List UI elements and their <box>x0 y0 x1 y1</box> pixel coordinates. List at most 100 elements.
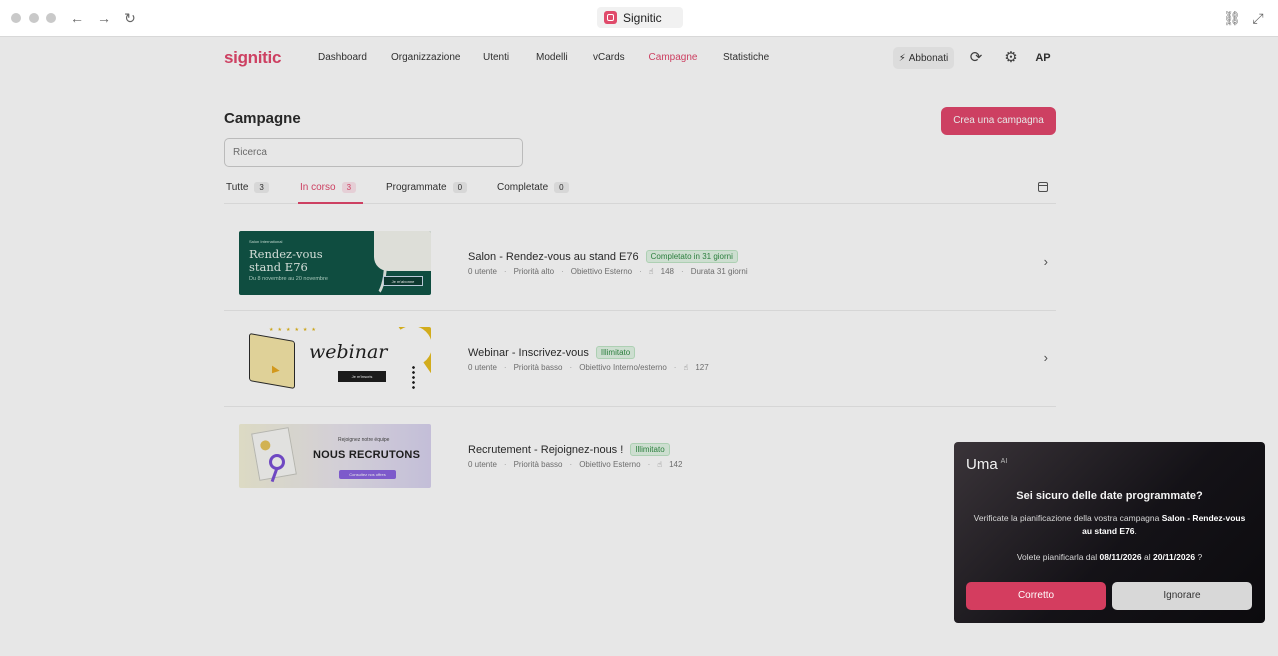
campaign-row[interactable]: Salon International Rendez-vous stand E76… <box>224 215 1056 311</box>
nav-organizzazione[interactable]: Organizzazione <box>391 52 460 63</box>
meta-clicks: 142 <box>669 460 683 469</box>
search-input[interactable] <box>224 138 523 167</box>
gear-icon[interactable]: ⚙ <box>1001 48 1021 68</box>
nav-statistiche[interactable]: Statistiche <box>723 52 769 63</box>
tab-count: 0 <box>452 182 468 193</box>
uma-question: Sei sicuro delle date programmate? <box>1016 490 1203 502</box>
subscribe-button[interactable]: ⚡ Abbonati <box>893 47 954 69</box>
banner-decoration: ★★★★★★ <box>269 327 320 333</box>
campaign-title: Webinar - Inscrivez-vous <box>468 346 589 359</box>
banner-small-text: Salon International <box>249 239 283 244</box>
meta-users: 0 utente <box>468 363 497 372</box>
nav-utenti[interactable]: Utenti <box>483 52 509 63</box>
click-icon: ☝ <box>657 460 663 469</box>
banner-button: Je m'inscris <box>338 371 386 382</box>
campaign-row[interactable]: ★★★★★★ webinar Je m'inscris Webinar - In… <box>224 311 1056 407</box>
signitic-favicon-icon <box>604 11 617 24</box>
meta-priority: Priorità alto <box>513 267 555 276</box>
tab-in-corso[interactable]: In corso 3 <box>300 182 357 193</box>
page-title: Campagne <box>224 110 301 127</box>
banner-illustration <box>249 332 295 390</box>
campaign-banner-salon: Salon International Rendez-vous stand E76… <box>239 231 431 295</box>
campaign-banner-webinar: ★★★★★★ webinar Je m'inscris <box>239 327 431 391</box>
campaign-meta: 0 utente · Priorità alto · Obiettivo Ester… <box>468 267 748 276</box>
filter-tabs: Tutte 3 In corso 3 Programmate 0 Complet… <box>224 180 1056 204</box>
status-badge: Completato in 31 giorni <box>645 250 738 263</box>
expand-icon[interactable]: ⤢ <box>1249 9 1267 27</box>
banner-headline: NOUS RECRUTONS <box>313 449 421 461</box>
meta-clicks: 148 <box>660 267 675 276</box>
meta-objective: Obiettivo Esterno <box>570 267 633 276</box>
meta-priority: Priorità basso <box>513 363 563 372</box>
banner-date: Du 8 novembre au 20 novembre <box>249 276 328 282</box>
tab-count: 0 <box>554 182 569 193</box>
signitic-logo[interactable]: signitic <box>224 48 281 68</box>
meta-objective: Obiettivo Interno/esterno <box>579 363 667 372</box>
window-close-dot[interactable] <box>11 13 21 23</box>
campaign-meta: 0 utente · Priorità basso · Obiettivo Este… <box>468 460 683 469</box>
tab-count: 3 <box>341 182 357 193</box>
campaign-title: Salon - Rendez-vous au stand E76 <box>468 250 639 263</box>
nav-modelli[interactable]: Modelli <box>536 52 568 63</box>
browser-tab[interactable]: Signitic <box>597 7 683 28</box>
uma-title: Uma AI <box>966 456 1008 473</box>
meta-duration: Durata 31 giorni <box>690 267 748 276</box>
meta-users: 0 utente <box>468 460 497 469</box>
meta-users: 0 utente <box>468 267 497 276</box>
click-icon: ☝ <box>683 363 689 372</box>
campaign-title-line: Webinar - Inscrivez-vous Illimitato <box>468 346 636 359</box>
banner-headline: webinar <box>309 341 388 363</box>
back-arrow-icon[interactable]: ← <box>68 9 86 27</box>
top-header: signitic Dashboard Organizzazione Utenti… <box>0 37 1278 80</box>
tab-count: 3 <box>254 182 269 193</box>
click-icon: ☝ <box>648 267 654 276</box>
user-avatar[interactable]: AP <box>1033 48 1053 68</box>
banner-button: Je m'abonne <box>383 276 423 286</box>
campaign-banner-recrutement: Rejoignez notre équipe NOUS RECRUTONS Co… <box>239 424 431 488</box>
tab-programmate[interactable]: Programmate 0 <box>386 182 468 193</box>
banner-small-text: Rejoignez notre équipe <box>338 437 390 443</box>
chevron-right-icon[interactable]: › <box>1044 254 1048 269</box>
tab-completate[interactable]: Completate 0 <box>497 182 569 193</box>
campaign-title-line: Salon - Rendez-vous au stand E76 Complet… <box>468 250 738 263</box>
status-badge: Illimitato <box>630 443 670 456</box>
tab-label: Tutte <box>226 182 249 193</box>
banner-button: Consultez nos offres <box>339 470 396 479</box>
uma-ai-popup: Uma AI Sei sicuro delle date programmate?… <box>954 442 1265 623</box>
uma-body: Verificate la pianificazione della vostr… <box>973 513 1246 536</box>
window-zoom-dot[interactable] <box>46 13 56 23</box>
campaign-meta: 0 utente · Priorità basso · Obiettivo Inte… <box>468 363 709 372</box>
subscribe-label: Abbonati <box>908 52 949 64</box>
campaign-row[interactable]: Rejoignez notre équipe NOUS RECRUTONS Co… <box>224 408 1056 504</box>
tab-label: In corso <box>300 182 336 193</box>
nav-vcards[interactable]: vCards <box>593 52 625 63</box>
tab-label: Completate <box>497 182 549 193</box>
tab-tutte[interactable]: Tutte 3 <box>226 182 269 193</box>
browser-chrome: ← → ↻ Signitic ⛓ ⤢ <box>0 0 1278 37</box>
banner-illustration <box>374 231 431 271</box>
sync-icon[interactable]: ⟳ <box>966 48 986 68</box>
campaign-title-line: Recrutement - Rejoignez-nous ! Illimitat… <box>468 443 670 456</box>
uma-date-question: Volete pianificarla dal 08/11/2026 al 20… <box>1016 552 1203 562</box>
banner-decoration <box>412 365 415 389</box>
forward-arrow-icon[interactable]: → <box>95 9 113 27</box>
ignore-button[interactable]: Ignorare <box>1112 582 1252 610</box>
banner-headline: Rendez-vous stand E76 <box>249 247 323 274</box>
lightning-icon: ⚡ <box>898 52 906 64</box>
confirm-button[interactable]: Corretto <box>966 582 1106 610</box>
status-badge: Illimitato <box>595 346 636 359</box>
meta-objective: Obiettivo Esterno <box>579 460 641 469</box>
browser-tab-title: Signitic <box>623 10 662 25</box>
meta-priority: Priorità basso <box>513 460 563 469</box>
tab-label: Programmate <box>386 182 447 193</box>
campaign-title: Recrutement - Rejoignez-nous ! <box>468 443 624 456</box>
nav-campagne[interactable]: Campagne <box>640 45 706 71</box>
calendar-icon[interactable] <box>1038 182 1048 192</box>
reload-icon[interactable]: ↻ <box>121 9 139 27</box>
link-icon[interactable]: ⛓ <box>1223 9 1241 27</box>
chevron-right-icon[interactable]: › <box>1044 350 1048 365</box>
window-minimize-dot[interactable] <box>29 13 39 23</box>
meta-clicks: 127 <box>695 363 709 372</box>
create-campaign-button[interactable]: Crea una campagna <box>941 107 1056 135</box>
nav-dashboard[interactable]: Dashboard <box>318 52 367 63</box>
